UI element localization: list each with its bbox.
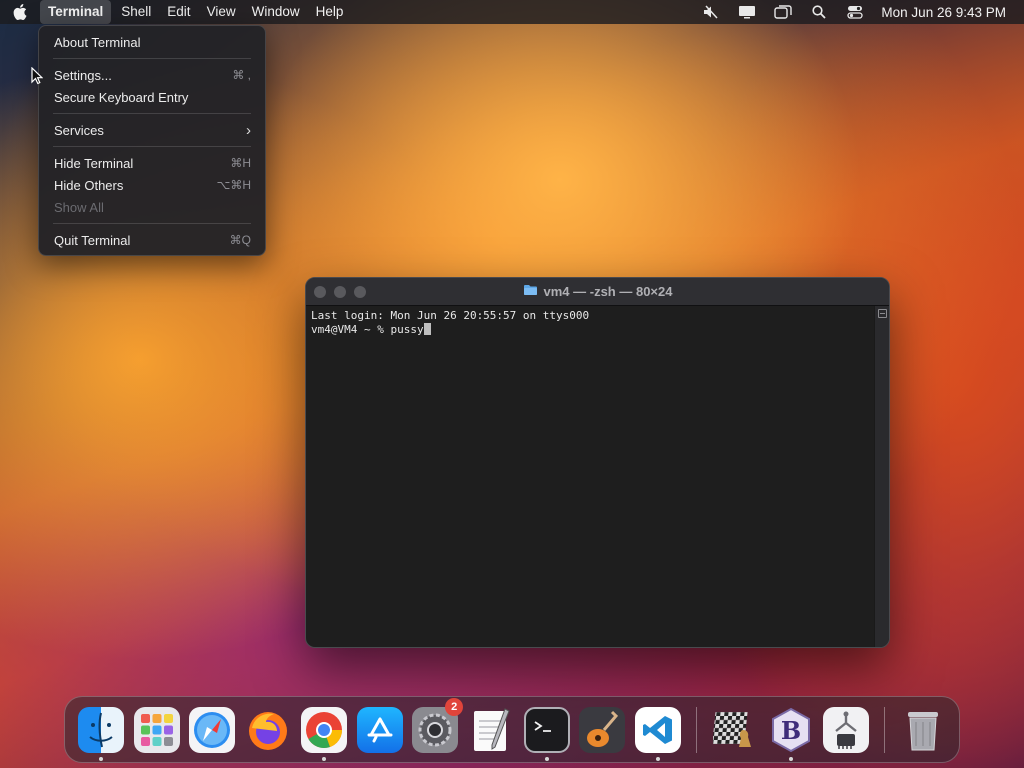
trash-icon [900, 707, 946, 753]
menu-item-settings[interactable]: Settings... ⌘ , [39, 64, 265, 86]
display-icon[interactable] [729, 0, 765, 24]
menu-separator [53, 113, 251, 114]
textedit-icon [468, 707, 514, 753]
vscode-icon [635, 706, 682, 753]
menu-view[interactable]: View [199, 0, 244, 24]
spotlight-search-icon[interactable] [801, 0, 837, 24]
running-indicator [656, 756, 661, 761]
dock-app-firefox[interactable] [240, 702, 296, 758]
chevron-right-icon: › [246, 121, 251, 139]
dock-app-vscode[interactable] [630, 702, 686, 761]
dock-app-app-store[interactable] [352, 702, 408, 758]
window-title: vm4 — -zsh — 80×24 [543, 284, 673, 299]
terminal-output[interactable]: Last login: Mon Jun 26 20:55:57 on ttys0… [306, 306, 875, 647]
zoom-window-button[interactable] [354, 286, 366, 298]
dock-app-chrome[interactable] [296, 702, 352, 761]
terminal-window[interactable]: vm4 — -zsh — 80×24 Last login: Mon Jun 2… [305, 277, 890, 648]
bbedit-icon: B [768, 707, 814, 753]
terminal-app-menu: About Terminal Settings... ⌘ , Secure Ke… [38, 25, 266, 256]
menu-item-about-terminal[interactable]: About Terminal [39, 31, 265, 53]
menu-item-shortcut: ⌘ , [232, 68, 251, 82]
menu-bar: Terminal Shell Edit View Window Help Mon… [0, 0, 1024, 24]
screen-mirroring-icon[interactable] [765, 0, 801, 24]
svg-text:B: B [781, 716, 801, 745]
menu-item-label: Show All [54, 199, 104, 215]
menu-item-label: Services [54, 122, 104, 138]
app-store-icon [356, 706, 403, 753]
dock-app-system-settings[interactable]: 2 [407, 697, 464, 758]
finder-icon [77, 706, 124, 753]
menu-item-label: Secure Keyboard Entry [54, 89, 189, 105]
system-information-icon [823, 706, 870, 753]
launchpad-icon [133, 706, 180, 753]
menu-item-label: About Terminal [54, 34, 141, 50]
menu-item-shortcut: ⌘Q [229, 233, 251, 247]
safari-icon [189, 706, 236, 753]
menu-item-shortcut: ⌘H [230, 156, 251, 170]
menu-app-terminal[interactable]: Terminal [40, 0, 112, 24]
menu-item-hide-others[interactable]: Hide Others ⌥⌘H [39, 174, 265, 196]
menu-item-label: Quit Terminal [54, 232, 131, 248]
chess-icon [712, 707, 758, 753]
running-indicator [788, 756, 793, 761]
menu-item-hide-terminal[interactable]: Hide Terminal ⌘H [39, 152, 265, 174]
terminal-prompt-line: vm4@VM4 ~ % pussy [311, 323, 870, 337]
dock-app-garageband[interactable] [575, 702, 631, 758]
menu-help[interactable]: Help [308, 0, 352, 24]
menu-shell[interactable]: Shell [113, 0, 159, 24]
running-indicator [544, 756, 549, 761]
control-center-icon[interactable] [837, 0, 873, 24]
minimize-window-button[interactable] [334, 286, 346, 298]
dock-divider [696, 706, 698, 753]
dock-app-finder[interactable] [73, 702, 129, 761]
garageband-icon [579, 706, 626, 753]
terminal-line: Last login: Mon Jun 26 20:55:57 on ttys0… [311, 309, 590, 322]
menu-item-label: Hide Terminal [54, 155, 134, 171]
menu-item-shortcut: ⌥⌘H [216, 178, 252, 192]
menu-item-label: Hide Others [54, 177, 124, 193]
text-cursor [423, 323, 431, 335]
window-titlebar[interactable]: vm4 — -zsh — 80×24 [306, 278, 889, 306]
running-indicator [321, 756, 326, 761]
menu-item-quit-terminal[interactable]: Quit Terminal ⌘Q [39, 229, 265, 251]
dock-app-chess[interactable] [707, 702, 763, 758]
chrome-icon [300, 706, 347, 753]
menu-item-label: Settings... [54, 67, 112, 83]
menu-item-secure-keyboard-entry[interactable]: Secure Keyboard Entry [39, 86, 265, 108]
terminal-command: vm4@VM4 ~ % pussy [311, 323, 424, 336]
menu-separator [53, 146, 251, 147]
running-indicator [99, 756, 103, 761]
menu-item-show-all: Show All [39, 196, 265, 218]
dock-trash[interactable] [895, 702, 951, 758]
terminal-icon [523, 706, 570, 753]
dock-divider [884, 706, 886, 753]
mouse-pointer-icon [31, 66, 44, 88]
dock-app-safari[interactable] [184, 702, 240, 758]
scrollbar[interactable] [874, 306, 889, 647]
menu-separator [53, 223, 251, 224]
dock-app-launchpad[interactable] [129, 702, 185, 758]
menu-bar-clock[interactable]: Mon Jun 26 9:43 PM [881, 5, 1006, 20]
dock: 2 B [64, 696, 960, 763]
apple-menu-icon[interactable] [0, 0, 40, 24]
close-window-button[interactable] [314, 286, 326, 298]
mute-icon[interactable] [693, 0, 729, 24]
firefox-icon [245, 707, 291, 753]
dock-app-bbedit[interactable]: B [763, 702, 819, 761]
notification-badge: 2 [445, 697, 464, 716]
dock-app-terminal[interactable] [519, 702, 575, 761]
dock-app-system-information[interactable] [819, 702, 875, 758]
split-pane-icon[interactable] [878, 309, 887, 318]
menu-separator [53, 58, 251, 59]
menu-window[interactable]: Window [244, 0, 308, 24]
folder-icon [523, 284, 538, 299]
menu-edit[interactable]: Edit [159, 0, 198, 24]
menu-item-services[interactable]: Services › [39, 119, 265, 141]
dock-app-textedit[interactable] [463, 702, 519, 758]
